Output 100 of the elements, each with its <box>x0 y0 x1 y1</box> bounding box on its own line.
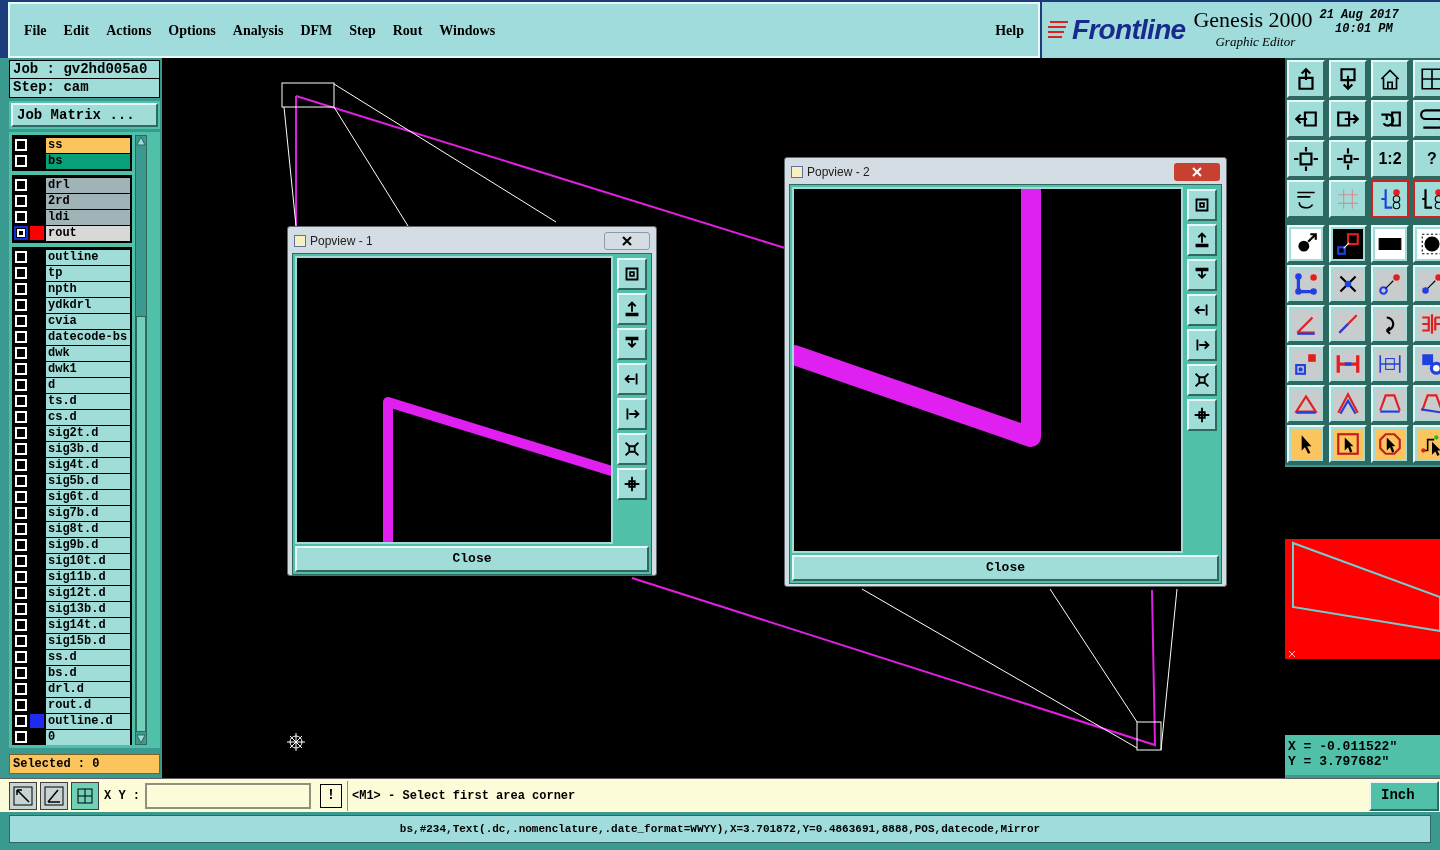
layer-name[interactable]: sig13b.d <box>46 601 130 617</box>
cursor-octagon-icon <box>1377 431 1403 457</box>
square-line-icon <box>1335 231 1361 257</box>
grid-icon <box>75 785 95 806</box>
view-tool-button[interactable] <box>617 398 647 430</box>
angle-tool-button[interactable] <box>40 781 68 810</box>
view-tool-button[interactable] <box>617 258 647 290</box>
view-tool-button[interactable] <box>1187 294 1217 326</box>
layer-name[interactable]: rout.d <box>46 697 130 713</box>
view-tool-button[interactable] <box>1187 259 1217 291</box>
menu-item[interactable]: Windows <box>439 19 496 41</box>
layer-name[interactable]: sig11b.d <box>46 569 130 585</box>
layer-name[interactable]: npth <box>46 281 130 297</box>
layer-name[interactable]: sig8t.d <box>46 521 130 537</box>
date-text: 21 Aug 2017 <box>1319 8 1399 22</box>
menu-item[interactable]: Options <box>168 19 216 41</box>
xy-label: X Y : <box>104 787 140 805</box>
layer-name[interactable]: tp <box>46 265 130 281</box>
layer-name[interactable]: datecode-bs <box>46 329 130 345</box>
popview-canvas[interactable] <box>792 187 1183 553</box>
cursor-box-icon <box>1335 431 1361 457</box>
layer-checkbox[interactable] <box>14 226 28 240</box>
alert-button[interactable]: ! <box>320 783 342 808</box>
layer-name[interactable]: outline.d <box>46 713 130 729</box>
layer-name[interactable]: sig15b.d <box>46 633 130 649</box>
layer-name[interactable]: rout <box>46 225 130 241</box>
close-button[interactable]: Close <box>792 555 1219 581</box>
view-tool-button[interactable] <box>617 293 647 325</box>
diagonal-arrow-icon <box>13 785 33 806</box>
view-tool-button[interactable] <box>1187 224 1217 256</box>
layer-name[interactable]: dwk <box>46 345 130 361</box>
layer-name[interactable]: sig14t.d <box>46 617 130 633</box>
layer-name[interactable]: dwk1 <box>46 361 130 377</box>
layer-name[interactable]: bs.d <box>46 665 130 681</box>
layer-name[interactable]: d <box>46 377 130 393</box>
graphics-canvas[interactable]: Popview - 1 Close Popview - 2 Close <box>162 58 1285 778</box>
layer-name[interactable]: sig10t.d <box>46 553 130 569</box>
s-curve-icon <box>1419 106 1440 132</box>
scrollbar[interactable] <box>135 135 147 745</box>
pad-move-icon <box>1293 351 1319 377</box>
layer-name[interactable]: sig5b.d <box>46 473 130 489</box>
angle-icon <box>44 785 64 806</box>
menu-item[interactable]: Edit <box>63 19 90 41</box>
layer-name[interactable]: 2rd <box>46 193 130 209</box>
layer-name[interactable]: ss.d <box>46 649 130 665</box>
step-label: Step: cam <box>9 79 160 98</box>
layer-name[interactable]: sig7b.d <box>46 505 130 521</box>
layer-name[interactable]: ydkdrl <box>46 297 130 313</box>
view-tool-button[interactable] <box>617 468 647 500</box>
menu-item[interactable]: Rout <box>392 19 423 41</box>
shapes-icon <box>1419 351 1440 377</box>
view-tool-button[interactable] <box>1187 399 1217 431</box>
layer-name[interactable]: drl.d <box>46 681 130 697</box>
popview-canvas[interactable] <box>295 256 613 544</box>
view-tool-button[interactable] <box>1187 189 1217 221</box>
xy-input-field[interactable] <box>145 782 311 809</box>
tool-button[interactable] <box>1371 180 1409 218</box>
logo-text: Frontline <box>1072 13 1186 47</box>
layer-name[interactable]: ldi <box>46 209 130 225</box>
layer-name[interactable]: outline <box>46 249 130 265</box>
zoom-tool-button[interactable] <box>9 781 37 810</box>
layer-name[interactable]: drl <box>46 177 130 193</box>
layer-name[interactable]: bs <box>46 153 130 169</box>
view-tool-button[interactable] <box>617 363 647 395</box>
menu-item[interactable]: DFM <box>300 19 333 41</box>
menu-item[interactable]: File <box>24 19 47 41</box>
layer-name[interactable]: sig3b.d <box>46 441 130 457</box>
view-tool-button[interactable] <box>617 328 647 360</box>
close-button[interactable]: Close <box>295 546 649 572</box>
x-coordinate: X = -0.011522" <box>1288 739 1399 754</box>
tool-button[interactable]: ? <box>1413 140 1440 178</box>
view-tool-button[interactable] <box>1187 364 1217 396</box>
layer-name[interactable]: ss <box>46 137 130 153</box>
tool-button[interactable] <box>1413 180 1440 218</box>
view-tool-button[interactable] <box>617 433 647 465</box>
scroll-up-icon[interactable] <box>136 136 146 146</box>
job-label: Job : gv2hd005a0 <box>9 60 160 79</box>
layer-name[interactable]: cs.d <box>46 409 130 425</box>
layer-name[interactable]: ts.d <box>46 393 130 409</box>
window-title: Popview - 1 <box>310 233 373 250</box>
layer-name[interactable]: sig6t.d <box>46 489 130 505</box>
layer-name[interactable]: sig12t.d <box>46 585 130 601</box>
menu-item[interactable]: Analysis <box>232 19 284 41</box>
layer-name[interactable]: sig2t.d <box>46 425 130 441</box>
scroll-down-icon[interactable] <box>136 734 146 744</box>
view-tool-button[interactable] <box>1187 329 1217 361</box>
layer-name[interactable]: sig9b.d <box>46 537 130 553</box>
layer-name[interactable]: sig4t.d <box>46 457 130 473</box>
menu-item[interactable]: Step <box>349 19 376 41</box>
close-button[interactable] <box>604 232 650 250</box>
layer-name[interactable]: 0 <box>46 729 130 745</box>
job-matrix-button[interactable]: Job Matrix ... <box>11 103 158 127</box>
layer-name[interactable]: cvia <box>46 313 130 329</box>
scroll-thumb[interactable] <box>136 316 146 732</box>
tool-button[interactable]: 1:2 <box>1371 140 1409 178</box>
prompt-text: <M1> - Select first area corner <box>347 780 1366 811</box>
menu-item[interactable]: Actions <box>106 19 152 41</box>
help-menu[interactable]: Help <box>995 19 1024 41</box>
grid-tool-button[interactable] <box>71 781 99 810</box>
units-dropdown[interactable]: Inch <box>1369 780 1439 811</box>
